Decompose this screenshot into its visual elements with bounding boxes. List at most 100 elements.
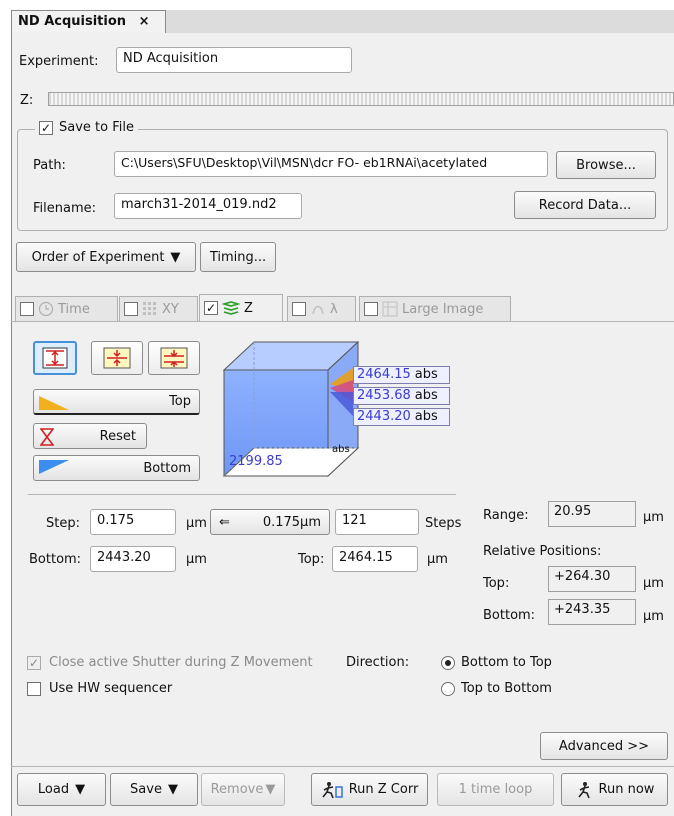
hw-sequencer-option[interactable]: Use HW sequencer <box>27 681 172 696</box>
bottom-label: Bottom: <box>29 552 82 567</box>
abs-bottom-unit: abs <box>414 409 438 424</box>
hw-sequencer-checkbox[interactable] <box>27 681 41 696</box>
abs-top-value: 2464.15 abs <box>353 366 450 384</box>
tab-xy[interactable]: XY <box>119 296 198 321</box>
tab-xy-label: XY <box>162 301 179 317</box>
hourglass-icon <box>40 428 54 446</box>
time-checkbox[interactable] <box>20 302 34 316</box>
steps-label: Steps <box>425 516 462 531</box>
bottom-to-top-radio[interactable] <box>441 655 455 670</box>
relative-bottom-unit: µm <box>643 609 664 624</box>
lambda-checkbox[interactable] <box>292 302 306 316</box>
run-now-button[interactable]: Run now <box>561 773 668 806</box>
tab-title: ND Acquisition <box>18 14 127 29</box>
timing-button[interactable]: Timing... <box>200 242 276 272</box>
cube-bottom-unit: abs <box>332 444 350 455</box>
steps-input[interactable]: 121 <box>335 509 419 535</box>
tab-large-image[interactable]: Large Image <box>359 296 511 321</box>
tab-lambda-label: λ <box>330 301 338 317</box>
z-position-strip[interactable] <box>48 92 674 106</box>
path-input[interactable]: C:\Users\SFU\Desktop\Vil\MSN\dcr FO- eb1… <box>114 151 548 177</box>
range-top-bottom-icon <box>42 347 68 369</box>
abs-bottom-number: 2443.20 <box>357 409 411 424</box>
z-divider <box>28 494 456 495</box>
top-label: Top: <box>298 552 325 567</box>
filename-input[interactable]: march31-2014_019.nd2 <box>114 193 302 219</box>
experiment-input[interactable]: ND Acquisition <box>116 47 352 73</box>
relative-bottom-label: Bottom: <box>483 608 536 623</box>
record-data-button[interactable]: Record Data... <box>514 191 656 219</box>
tab-divider <box>11 321 674 322</box>
abs-mid-unit: abs <box>414 388 438 403</box>
close-icon[interactable]: × <box>139 14 150 29</box>
direction-top-to-bottom[interactable]: Top to Bottom <box>441 681 552 696</box>
close-shutter-option[interactable]: ✓ Close active Shutter during Z Movement <box>27 655 313 670</box>
footer-divider <box>11 766 674 767</box>
step-input[interactable]: 0.175 <box>90 509 176 535</box>
tab-time-label: Time <box>58 301 90 317</box>
xy-checkbox[interactable] <box>124 302 138 316</box>
tab-z-label: Z <box>244 300 253 316</box>
chevron-down-icon: ▼ <box>265 782 276 797</box>
set-top-button[interactable]: Top <box>33 389 200 415</box>
left-arrow-icon: ⇐ <box>219 514 230 530</box>
tab-z[interactable]: ✓ Z <box>199 294 283 321</box>
tab-time[interactable]: Time <box>15 296 118 321</box>
remove-button[interactable]: Remove ▼ <box>201 773 285 806</box>
lambda-icon <box>312 305 324 315</box>
time-loop-button[interactable]: 1 time loop <box>437 773 554 806</box>
range-unit: µm <box>643 510 664 525</box>
top-bottom-mode-button[interactable] <box>33 341 77 375</box>
order-label: Order of Experiment <box>31 249 165 265</box>
tab-lambda[interactable]: λ <box>287 296 356 321</box>
nd-acquisition-tab[interactable]: ND Acquisition × <box>11 10 166 34</box>
top-wedge-icon <box>39 396 69 410</box>
step-apply-button[interactable]: ⇐ 0.175µm <box>210 509 330 535</box>
relative-top-value: +264.30 <box>548 566 636 592</box>
save-button[interactable]: Save ▼ <box>110 773 198 806</box>
save-to-file-checkbox[interactable]: ✓ <box>39 120 53 135</box>
load-button[interactable]: Load ▼ <box>17 773 106 806</box>
order-of-experiment-button[interactable]: Order of Experiment ▼ <box>16 242 196 272</box>
cube-bottom-value: 2199.85 <box>229 454 283 469</box>
relative-bottom-value: +243.35 <box>548 599 636 625</box>
bottom-unit: µm <box>186 552 207 567</box>
abs-bottom-value: 2443.20 abs <box>353 408 450 426</box>
browse-button[interactable]: Browse... <box>556 151 656 179</box>
symmetric-mode-button[interactable] <box>91 341 143 375</box>
grid-icon <box>143 302 156 315</box>
chevron-down-icon: ▼ <box>167 782 178 797</box>
save-to-file-label: Save to File <box>59 120 134 135</box>
top-to-bottom-radio[interactable] <box>441 681 455 696</box>
bottom-input[interactable]: 2443.20 <box>90 546 176 572</box>
bottom-wedge-icon <box>39 460 69 474</box>
asymmetric-mode-button[interactable] <box>148 341 200 375</box>
reset-button[interactable]: Reset <box>33 423 147 449</box>
run-z-corr-icon <box>322 781 343 798</box>
step-computed: 0.175µm <box>262 514 321 530</box>
path-label: Path: <box>33 158 66 173</box>
z-checkbox[interactable]: ✓ <box>204 301 218 315</box>
range-label: Range: <box>483 508 529 523</box>
abs-mid-number: 2453.68 <box>357 388 411 403</box>
set-bottom-button[interactable]: Bottom <box>33 455 200 481</box>
abs-top-number: 2464.15 <box>357 367 411 382</box>
tab-strip <box>166 10 674 34</box>
direction-bottom-to-top[interactable]: Bottom to Top <box>441 655 552 670</box>
run-z-corr-button[interactable]: Run Z Corr <box>311 773 428 806</box>
direction-label: Direction: <box>346 655 410 670</box>
close-shutter-checkbox[interactable]: ✓ <box>27 655 41 670</box>
bottom-button-label: Bottom <box>143 460 191 476</box>
bottom-to-top-label: Bottom to Top <box>461 655 552 670</box>
chevron-down-icon: ▼ <box>75 782 86 797</box>
clock-icon <box>38 301 54 317</box>
remove-label: Remove <box>210 782 264 797</box>
top-unit: µm <box>427 552 448 567</box>
large-image-checkbox[interactable] <box>364 302 378 316</box>
top-input[interactable]: 2464.15 <box>332 546 418 572</box>
save-label: Save <box>130 782 162 797</box>
close-shutter-label: Close active Shutter during Z Movement <box>49 655 313 670</box>
z-stack-icon <box>222 301 240 315</box>
advanced-button[interactable]: Advanced >> <box>540 732 668 760</box>
save-to-file-header: ✓ Save to File <box>35 120 138 135</box>
